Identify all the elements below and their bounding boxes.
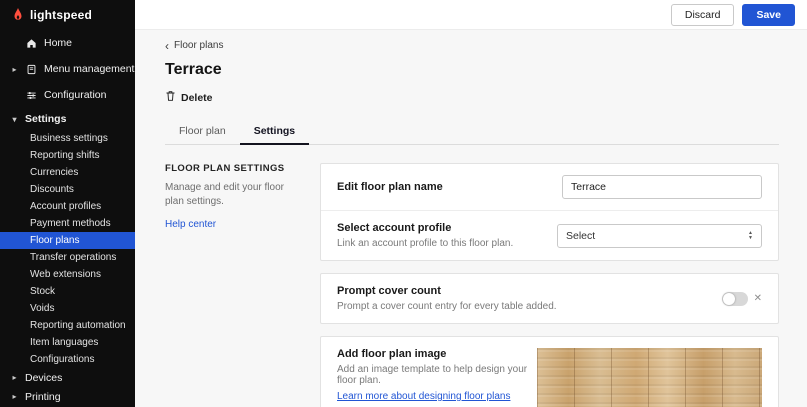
sidebar-item-currencies[interactable]: Currencies <box>0 164 135 181</box>
card-name-profile: Edit floor plan name Select account prof… <box>320 163 779 261</box>
tab-floor-plan[interactable]: Floor plan <box>165 118 240 144</box>
sidebar-item-discounts[interactable]: Discounts <box>0 181 135 198</box>
floor-plan-image-row: Add floor plan image Add an image templa… <box>321 337 778 407</box>
card-cover-count: Prompt cover count Prompt a cover count … <box>320 273 779 324</box>
delete-label: Delete <box>181 92 213 104</box>
tab-settings[interactable]: Settings <box>240 118 309 145</box>
section-heading: FLOOR PLAN SETTINGS <box>165 163 305 174</box>
select-arrows-icon: ▲ ▼ <box>748 231 753 240</box>
section-description: Manage and edit your floor plan settings… <box>165 181 305 208</box>
sidebar-item-floor-plans[interactable]: Floor plans <box>0 232 135 249</box>
cover-count-toggle[interactable]: ✕ <box>722 292 762 306</box>
delete-button[interactable]: Delete <box>165 90 779 105</box>
settings-cards: Edit floor plan name Select account prof… <box>320 163 779 407</box>
sidebar-item-business-settings[interactable]: Business settings <box>0 130 135 147</box>
sidebar-item-voids[interactable]: Voids <box>0 300 135 317</box>
sidebar-item-label: Printing <box>25 391 61 403</box>
cover-count-label: Prompt cover count <box>337 285 557 297</box>
logo[interactable]: lightspeed <box>0 0 135 30</box>
card-floor-plan-image: Add floor plan image Add an image templa… <box>320 336 779 407</box>
section-intro: FLOOR PLAN SETTINGS Manage and edit your… <box>165 163 305 232</box>
sidebar-item-reporting-shifts[interactable]: Reporting shifts <box>0 147 135 164</box>
cover-count-text: Prompt cover count Prompt a cover count … <box>337 285 557 312</box>
sidebar: lightspeed Home ▸ Menu management Config… <box>0 0 135 407</box>
sidebar-item-label: Devices <box>25 372 62 384</box>
help-center-link[interactable]: Help center <box>165 219 216 230</box>
floor-plan-settings-section: FLOOR PLAN SETTINGS Manage and edit your… <box>165 163 779 407</box>
floor-plan-name-input[interactable] <box>562 175 762 199</box>
menu-book-icon <box>25 64 38 75</box>
app-window: lightspeed Home ▸ Menu management Config… <box>0 0 807 407</box>
trash-icon <box>165 90 176 105</box>
floor-plan-image-text: Add floor plan image Add an image templa… <box>337 348 537 404</box>
page-title: Terrace <box>165 61 779 79</box>
configuration-icon <box>25 90 38 101</box>
sidebar-item-item-languages[interactable]: Item languages <box>0 334 135 351</box>
sidebar-item-configuration[interactable]: Configuration <box>0 82 135 108</box>
cover-count-row: Prompt cover count Prompt a cover count … <box>321 274 778 323</box>
toggle-x-icon: ✕ <box>754 293 762 304</box>
sidebar-item-menu-management[interactable]: ▸ Menu management <box>0 56 135 82</box>
sidebar-item-label: Menu management <box>44 63 134 75</box>
sidebar-item-configurations[interactable]: Configurations <box>0 351 135 368</box>
tab-bar: Floor plan Settings <box>165 118 779 145</box>
floor-plan-image-description: Add an image template to help design you… <box>337 364 537 386</box>
sidebar-item-devices[interactable]: ▸ Devices <box>0 368 135 387</box>
main-area: Discard Save ‹ Floor plans Terrace Delet… <box>135 0 807 407</box>
logo-text: lightspeed <box>30 8 92 22</box>
floor-plan-image-preview[interactable] <box>537 348 762 407</box>
sidebar-item-settings[interactable]: ▾ Settings <box>0 108 135 130</box>
sidebar-item-reporting-automation[interactable]: Reporting automation <box>0 317 135 334</box>
account-profile-label: Select account profile <box>337 222 513 234</box>
sidebar-item-stock[interactable]: Stock <box>0 283 135 300</box>
home-icon <box>25 38 38 49</box>
edit-name-row: Edit floor plan name <box>321 164 778 210</box>
toggle-off-icon <box>722 292 748 306</box>
breadcrumb-label: Floor plans <box>174 40 223 51</box>
chevron-right-icon: ▸ <box>10 392 19 401</box>
sidebar-item-transfer-operations[interactable]: Transfer operations <box>0 249 135 266</box>
breadcrumb[interactable]: ‹ Floor plans <box>165 40 779 51</box>
sidebar-item-label: Settings <box>25 113 66 125</box>
edit-name-label: Edit floor plan name <box>337 181 443 193</box>
lightspeed-flame-icon <box>11 8 24 22</box>
sidebar-item-printing[interactable]: ▸ Printing <box>0 387 135 406</box>
account-profile-select[interactable]: Select ▲ ▼ <box>557 224 762 248</box>
sidebar-item-label: Configuration <box>44 89 106 101</box>
chevron-right-icon: ▸ <box>10 373 19 382</box>
sidebar-item-home[interactable]: Home <box>0 30 135 56</box>
page-content: ‹ Floor plans Terrace Delete Floor plan … <box>135 30 807 407</box>
account-profile-text: Select account profile Link an account p… <box>337 222 513 249</box>
sidebar-item-account-profiles[interactable]: Account profiles <box>0 198 135 215</box>
sidebar-item-label: Home <box>44 37 72 49</box>
sidebar-item-web-extensions[interactable]: Web extensions <box>0 266 135 283</box>
topbar: Discard Save <box>135 0 807 30</box>
chevron-right-icon: ▸ <box>10 65 19 74</box>
discard-button[interactable]: Discard <box>671 4 735 26</box>
select-value: Select <box>566 230 595 242</box>
back-chevron-icon: ‹ <box>165 41 169 51</box>
account-profile-row: Select account profile Link an account p… <box>321 210 778 260</box>
save-button[interactable]: Save <box>742 4 795 26</box>
floor-plan-image-label: Add floor plan image <box>337 348 537 360</box>
chevron-down-icon: ▾ <box>10 115 19 124</box>
account-profile-description: Link an account profile to this floor pl… <box>337 238 513 249</box>
sidebar-item-payment-methods[interactable]: Payment methods <box>0 215 135 232</box>
designing-floor-plans-link[interactable]: Learn more about designing floor plans <box>337 391 510 402</box>
cover-count-description: Prompt a cover count entry for every tab… <box>337 301 557 312</box>
